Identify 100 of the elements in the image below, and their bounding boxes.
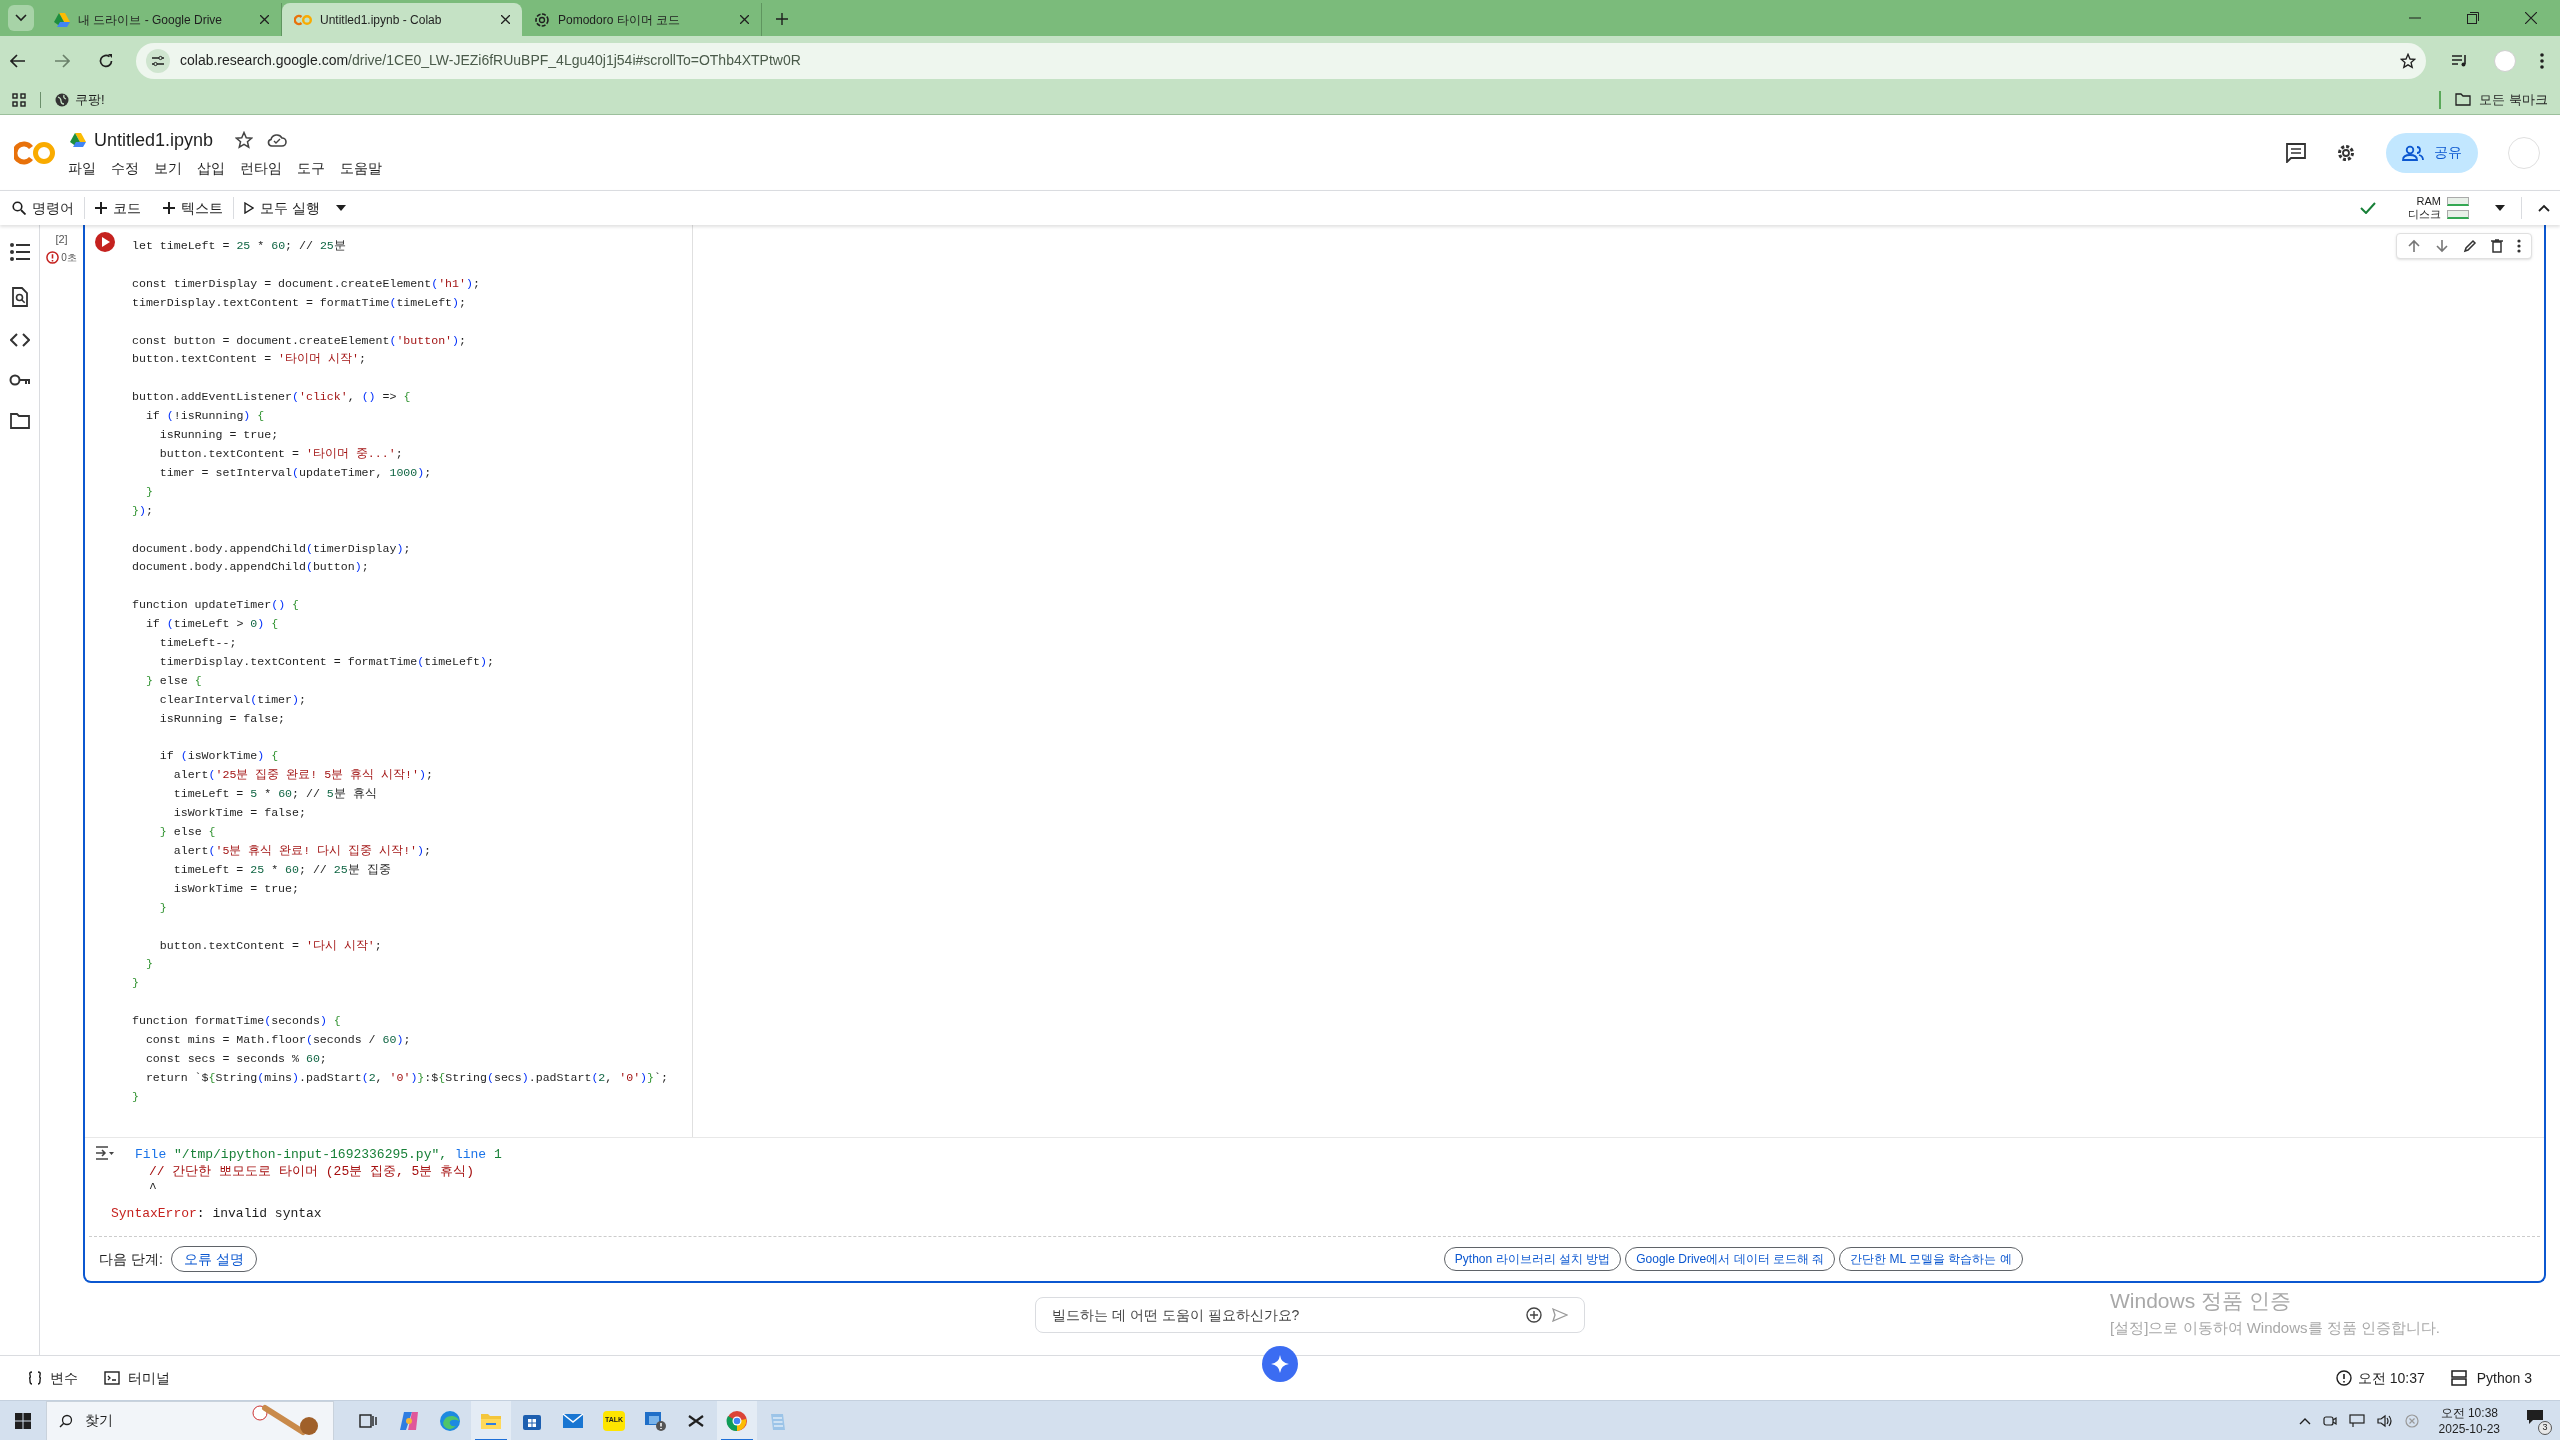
plus-icon xyxy=(95,202,107,214)
close-tab-icon[interactable] xyxy=(260,15,269,24)
execution-count: [2] xyxy=(55,232,68,247)
colab-icon xyxy=(294,13,312,26)
braces-icon xyxy=(28,1371,42,1385)
output-actions-icon[interactable] xyxy=(96,1146,114,1160)
gemini-button[interactable] xyxy=(1262,1346,1298,1382)
cloud-icon[interactable] xyxy=(267,132,288,148)
activation-message: [설정]으로 이동하여 Windows를 정품 인증합니다. xyxy=(2110,1317,2441,1338)
close-tab-icon[interactable] xyxy=(740,15,749,24)
drive-icon xyxy=(70,133,86,147)
runtime-status[interactable]: Python 3 xyxy=(2450,1367,2532,1389)
code-editor[interactable]: let timeLeft = 25 * 60; // 25분 const timerDisplay = document.createElement('h1'); timerDisplay.textContent = formatTime(timeLeft); const button = document.createElement('button'); button.textContent = '타이머 시작'; button.addEventListener('click', () => { if (!isRunning) { isRunning = true; button.textContent = '타이머 중...'; timer = setInterval(updateTimer, 1000); } }); document.body.appendChild(timerDisplay); document.body.appendChild(button); function updateTimer() { if (timeLeft > 0) { timeLeft--; timerDisplay.textContent = formatTime(timeLeft); } else { clearInterval(timer); isRunning = false; if (isWorkTime) { alert('25분 집중 완료! 5분 휴식 시작!'); timeLeft = 5 * 60; // 5분 휴식 isWorkTime = false; } else { alert('5분 휴식 완료! 다시 집중 시작!'); timeLeft = 25 * 60; // 25분 집중 isWorkTime = true; } button.textContent = '다시 시작'; } } function formatTime(seconds) { const mins = Math.floor(seconds / 60); const secs = seconds % 60; return `${String(mins).padStart(2, '0')}:${String(secs).padStart(2, '0')}`; } xyxy=(132,237,692,1107)
server-icon xyxy=(2450,1370,2467,1386)
menu-item[interactable]: 도구 xyxy=(297,157,325,179)
send-icon[interactable] xyxy=(1552,1308,1568,1322)
media-control-icon[interactable] xyxy=(2452,53,2468,68)
close-icon xyxy=(501,15,510,24)
last-run-status[interactable]: 오전 10:37 xyxy=(2335,1367,2425,1389)
run-cell-button[interactable] xyxy=(94,231,116,253)
people-icon xyxy=(2402,144,2424,161)
star-icon[interactable] xyxy=(235,131,254,149)
caret-icon xyxy=(15,14,27,22)
terminal-button[interactable]: 터미널 xyxy=(104,1367,170,1389)
more-icon[interactable] xyxy=(2517,239,2521,253)
notebook-title[interactable]: Untitled1.ipynb xyxy=(94,126,214,154)
play-icon xyxy=(244,202,254,214)
address-bar[interactable]: colab.research.google.com/drive/1CE0_LW-JEZi6fRUuBPF_4Lgu40j1j54i#scrollTo=OThb4XTPtw0R xyxy=(136,42,2426,79)
plus-icon xyxy=(163,202,175,214)
bookmark-link[interactable]: 쿠팡! xyxy=(55,89,105,110)
connected-check-icon xyxy=(2360,202,2376,214)
traceback-source: // 간단한 뽀모도로 타이머 (25분 집중, 5분 휴식) xyxy=(148,1163,476,1180)
variables-button[interactable]: 변수 xyxy=(28,1367,78,1389)
add-icon[interactable] xyxy=(1526,1307,1542,1323)
network-icon[interactable] xyxy=(2348,1413,2365,1428)
taskbar-search-field[interactable]: 찾기 xyxy=(46,1400,334,1440)
comment-icon[interactable] xyxy=(2286,142,2306,163)
dropdown-caret-icon[interactable] xyxy=(335,205,346,211)
collapse-caret-icon[interactable] xyxy=(2538,204,2550,212)
back-icon[interactable] xyxy=(10,52,26,69)
url-text: colab.research.google.com/drive/1CE0_LW-JEZi6fRUuBPF_4Lgu40j1j54i#scrollTo=OThb4XTPtw0R xyxy=(180,51,801,70)
windows-start-icon[interactable] xyxy=(15,1412,31,1429)
restore-icon[interactable] xyxy=(2467,12,2479,24)
folder-icon[interactable] xyxy=(9,413,30,429)
table-of-contents-icon[interactable] xyxy=(9,243,30,261)
menu-item[interactable]: 런타임 xyxy=(240,157,282,179)
traceback-source: ^ xyxy=(148,1180,158,1197)
edit-icon[interactable] xyxy=(2463,239,2477,253)
menu-item[interactable]: 수정 xyxy=(111,157,139,179)
close-icon[interactable] xyxy=(2525,12,2537,24)
more-icon[interactable] xyxy=(2540,52,2544,69)
plus-icon xyxy=(776,13,788,25)
menu-item[interactable]: 삽입 xyxy=(197,157,225,179)
notification-center-button[interactable]: 3 xyxy=(2526,1408,2550,1433)
colab-logo[interactable] xyxy=(14,140,56,165)
close-icon xyxy=(260,15,269,24)
resource-monitor[interactable]: RAM 디스크 xyxy=(2408,195,2469,221)
settings-icon[interactable] xyxy=(2336,142,2356,163)
add-text-button[interactable]: 텍스트 xyxy=(163,197,223,219)
folder-icon xyxy=(2455,93,2472,106)
camera-icon[interactable] xyxy=(2322,1413,2337,1428)
drive-icon xyxy=(54,12,70,27)
chat-input[interactable]: 빌드하는 데 어떤 도움이 필요하신가요? xyxy=(1052,1304,1526,1326)
alert-icon xyxy=(2335,1370,2352,1386)
browser-tab[interactable]: Untitled1.ipynb - Colab xyxy=(282,3,522,36)
code-snippets-icon[interactable] xyxy=(9,333,30,347)
key-icon[interactable] xyxy=(8,373,31,387)
close-icon xyxy=(740,15,749,24)
move-up-icon[interactable] xyxy=(2407,239,2421,253)
tray-caret-icon[interactable] xyxy=(2298,1416,2311,1425)
terminal-icon xyxy=(104,1371,120,1385)
message-icon xyxy=(2526,1408,2544,1425)
all-bookmarks-button[interactable]: 모든 북마크 xyxy=(2455,89,2548,110)
close-tab-icon[interactable] xyxy=(501,15,510,24)
delete-icon[interactable] xyxy=(2491,239,2503,253)
menu-item[interactable]: 도움말 xyxy=(340,157,382,179)
find-icon[interactable] xyxy=(11,287,28,307)
globe-icon xyxy=(55,92,69,107)
reload-icon[interactable] xyxy=(98,52,114,69)
site-info-icon[interactable] xyxy=(146,48,170,73)
command-palette-button[interactable]: 명령어 xyxy=(12,197,74,219)
baseball-bat-icon xyxy=(251,1403,321,1438)
volume-icon[interactable] xyxy=(2376,1413,2393,1428)
dropdown-caret-icon[interactable] xyxy=(2495,205,2505,211)
execution-status: 0초 xyxy=(46,249,77,265)
menu-item[interactable]: 파일 xyxy=(68,157,96,179)
apps-grid-icon[interactable] xyxy=(12,92,26,107)
tab-search-button[interactable] xyxy=(8,5,34,31)
menu-item[interactable]: 보기 xyxy=(154,157,182,179)
chat-field[interactable]: 빌드하는 데 어떤 도움이 필요하신가요? xyxy=(1035,1297,1585,1333)
taskbar-clock[interactable]: 오전 10:38 2025-10-23 xyxy=(2438,1404,2500,1437)
run-all-button[interactable]: 모두 실행 xyxy=(244,197,320,219)
next-steps-label: 다음 단계: xyxy=(99,1249,163,1269)
sparkle-icon xyxy=(1271,1355,1289,1373)
bookmark-star-icon[interactable] xyxy=(2400,52,2416,69)
share-button[interactable]: 공유 xyxy=(2386,132,2478,173)
move-down-icon[interactable] xyxy=(2435,239,2449,253)
search-icon xyxy=(59,1413,73,1428)
add-code-button[interactable]: 코드 xyxy=(95,197,141,219)
forward-icon[interactable] xyxy=(54,52,70,69)
